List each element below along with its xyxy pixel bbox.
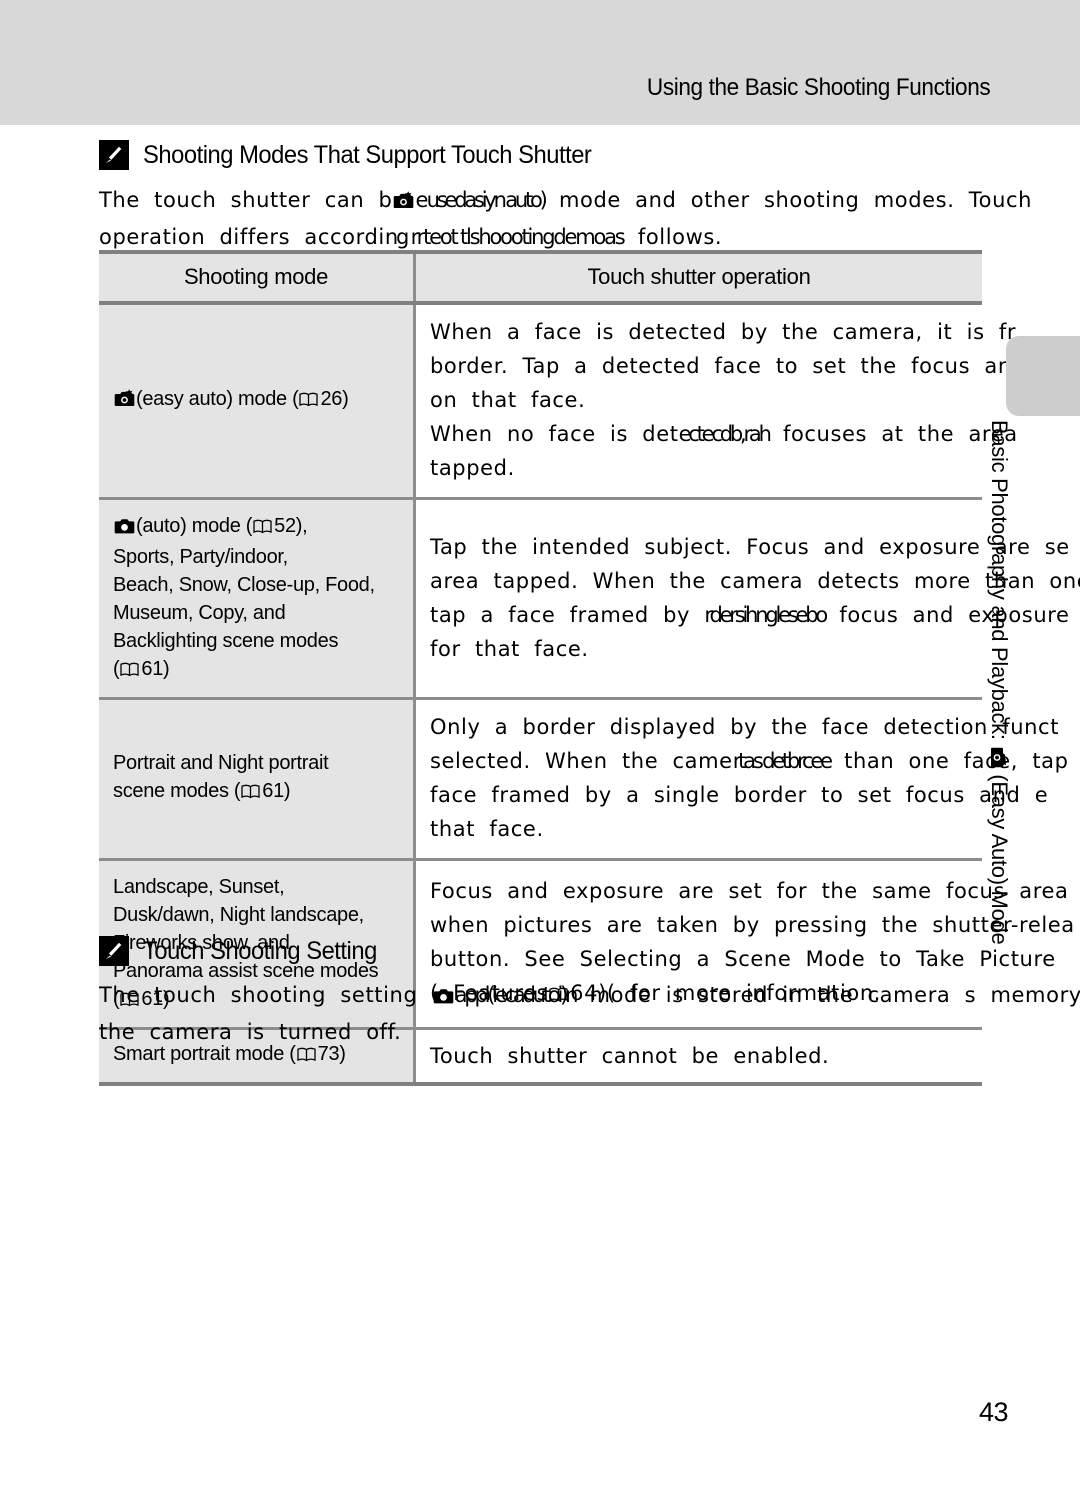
table-cell-mode-line: Portrait and Night portrait (113, 752, 329, 774)
table-cell-mode-auto-scene: (auto) mode (52), Sports, Party/indoor, … (99, 500, 413, 697)
operation-line: selected. When the camertas detbrcee tha… (430, 749, 1069, 773)
section-heading-touch-shutter-modes: Shooting Modes That Support Touch Shutte… (99, 140, 615, 170)
side-tab-label: Basic Photography and Playback: (Easy Au… (983, 420, 1012, 944)
pencil-note-icon (99, 140, 129, 170)
touch-shooting-setting-paragraph: The touch shooting setting appl(iecaduto… (99, 978, 1080, 1049)
side-tab-pill (1006, 336, 1080, 416)
operation-line: Only a border displayed by the face dete… (430, 715, 1060, 739)
table-cell-mode-line: Dusk/dawn, Night landscape, (113, 904, 364, 926)
paragraph-line-overlap: e usedasiyn auto) (415, 188, 547, 212)
table-cell-mode-line: Museum, Copy, and (113, 602, 286, 624)
table-cell-mode-line: Backlighting scene modes (113, 630, 339, 652)
table-cell-mode-easy-auto: (easy auto) mode ( 26) (99, 305, 413, 497)
table-header-touch-shutter-operation: Touch shutter operation (416, 254, 982, 301)
operation-line: face framed by a single border to set fo… (430, 783, 1049, 807)
operation-line: When no face is detectecdb,rah focuses a… (430, 422, 1018, 446)
operation-line: Focus and exposure are set for the same … (430, 879, 1069, 903)
operation-line: when pictures are taken by pressing the … (430, 913, 1075, 937)
auto-camera-icon (114, 515, 135, 543)
operation-line: that face. (430, 817, 544, 841)
table-cell-operation-auto-scene: Tap the intended subject. Focus and expo… (416, 500, 1080, 697)
table-cell-ref-page: 52), (274, 515, 308, 537)
reference-book-icon (253, 514, 272, 542)
table-cell-operation-portrait: Only a border displayed by the face dete… (416, 700, 1069, 858)
table-cell-mode-label: (auto) mode ( (136, 515, 253, 537)
table-row: Portrait and Night portrait scene modes … (99, 700, 1069, 858)
section-heading-label: Touch Shooting Setting (143, 936, 377, 965)
intro-paragraph: The touch shutter can b e usedasiyn auto)… (99, 183, 1080, 254)
easy-auto-camera-icon (114, 388, 135, 416)
paragraph-line-overlap: ng rrteot tlshoootingdemoas (384, 225, 626, 249)
operation-line: button. See Selecting a Scene Mode to Ta… (430, 947, 1056, 971)
easy-auto-camera-icon (393, 186, 414, 220)
table-cell-mode-line: Beach, Snow, Close-up, Food, (113, 574, 375, 596)
side-tab-text-2: (Easy Auto) Mode (987, 768, 1012, 945)
section-heading-label: Shooting Modes That Support Touch Shutte… (143, 140, 592, 169)
reference-book-icon (299, 387, 319, 415)
page-header-band (0, 0, 1080, 125)
table-cell-ref-page: 26) (320, 387, 349, 410)
paragraph-line-post: mode and other shooting modes. Touch (544, 188, 1033, 212)
paragraph-line-post: follows. (623, 225, 723, 249)
table-row: (easy auto) mode ( 26) When a face is det… (99, 305, 1026, 497)
pencil-note-icon (99, 936, 129, 966)
easy-auto-camera-icon (983, 747, 1009, 768)
paragraph-line: The touch shutter can b e usedasiyn auto)… (99, 183, 1080, 220)
page-header-title: Using the Basic Shooting Functions (646, 74, 991, 101)
operation-line: on that face. (430, 388, 586, 412)
table-header-row: Shooting mode Touch shutter operation (99, 254, 982, 301)
paragraph-line-overlap: appl(iecadutoi)n (454, 983, 579, 1007)
paragraph-line-post: mode is stored in the camera s memory (575, 983, 1080, 1007)
auto-camera-icon (433, 981, 454, 1015)
paragraph-line: operation differs according rrteot tlsho… (99, 220, 1080, 254)
table-bottom-rule (99, 1082, 982, 1086)
paragraph-line: The touch shooting setting appl(iecaduto… (99, 978, 1080, 1015)
page-number: 43 (978, 1397, 1009, 1427)
table-cell-operation-easy-auto: When a face is detected by the camera, i… (416, 305, 1026, 497)
section-heading-touch-shooting-setting: Touch Shooting Setting (99, 936, 389, 966)
table-cell-mode-line: Sports, Party/indoor, (113, 546, 288, 568)
paragraph-line-pre: operation differs accordi (99, 225, 385, 249)
reference-book-icon (120, 657, 140, 685)
table-cell-mode-line: (61) (113, 655, 399, 685)
operation-line: When a face is detected by the camera, i… (430, 320, 1017, 344)
table-cell-mode-line: scene modes (61) (113, 777, 399, 807)
paragraph-line-pre: The touch shutter can b (99, 188, 393, 212)
table-cell-mode-portrait: Portrait and Night portrait scene modes … (99, 700, 413, 858)
table-header-shooting-mode: Shooting mode (99, 254, 413, 301)
table-row: (auto) mode (52), Sports, Party/indoor, … (99, 500, 1080, 697)
paragraph-line-pre: The touch shooting setting (99, 983, 432, 1007)
reference-book-icon (241, 779, 260, 807)
operation-line: border. Tap a detected face to set the f… (430, 354, 1026, 378)
table-cell-mode-label: (easy auto) mode ( (136, 387, 299, 410)
paragraph-line: the camera is turned off. (99, 1020, 402, 1044)
operation-line: tapped. (430, 456, 515, 480)
table-cell-mode-line: Landscape, Sunset, (113, 876, 285, 898)
side-tab-text: Basic Photography and Playback: (987, 420, 1012, 746)
